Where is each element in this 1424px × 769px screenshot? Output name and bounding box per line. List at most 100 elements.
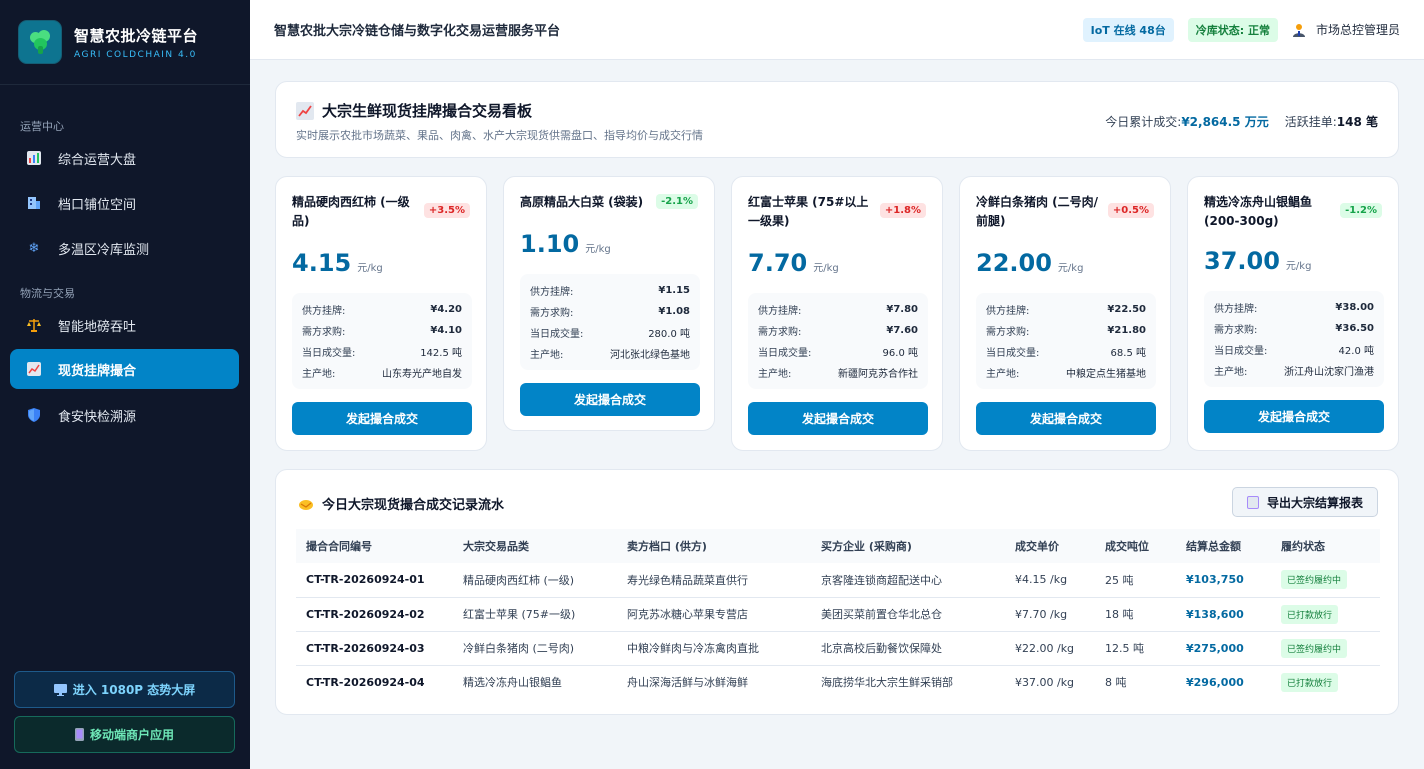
sidebar-item-dashboard[interactable]: 综合运营大盘 (10, 138, 239, 178)
initiate-matching-button[interactable]: 发起撮合成交 (1204, 400, 1384, 433)
iot-status-badge: IoT 在线 48台 (1082, 17, 1174, 42)
sidebar-item-cold-storage[interactable]: ❄ 多温区冷库监测 (10, 228, 239, 268)
category: 精选冷冻舟山银鲳鱼 (463, 676, 562, 690)
nav-section-logistics: 物流与交易 (20, 287, 75, 300)
price-change-badge: +3.5% (423, 203, 470, 218)
table-row[interactable]: CT-TR-20260924-01 精品硬肉西红柿 (一级) 寿光绿色精品蔬菜直… (296, 563, 1380, 597)
demand-value: ¥7.60 (886, 325, 918, 336)
product-card-pomfret: 精选冷冻舟山银鲳鱼 (200-300g) -1.2% 37.00 元/kg 供方挂… (1187, 176, 1399, 451)
initiate-matching-button[interactable]: 发起撮合成交 (520, 383, 700, 416)
sidebar-item-stalls[interactable]: 档口铺位空间 (10, 183, 239, 223)
unit-price: ¥4.15 /kg (1015, 573, 1068, 587)
total-amount: ¥138,600 (1186, 607, 1244, 621)
contract-id: CT-TR-20260924-01 (306, 573, 425, 587)
tonnage: 18 吨 (1105, 608, 1134, 621)
phone-icon (74, 728, 84, 741)
column-header: 买方企业 (采购商) (821, 540, 912, 553)
status-cell: 已打款放行 (1271, 597, 1380, 631)
demand-label: 需方求购: (1214, 325, 1258, 336)
origin-label: 主产地: (758, 369, 792, 380)
supply-value: ¥1.15 (658, 285, 690, 296)
sidebar-item-weighbridge[interactable]: 智能地磅吞吐 (10, 305, 239, 345)
origin-label: 主产地: (986, 369, 1020, 380)
sidebar-item-food-safety[interactable]: 食安快检溯源 (10, 395, 239, 435)
product-card-cabbage: 高原精品大白菜 (袋装) -2.1% 1.10 元/kg 供方挂牌: ¥1.15 需… (503, 176, 715, 431)
product-info: 供方挂牌: ¥4.20 需方求购: ¥4.10 当日成交量: 142.5 吨 主产地:… (292, 293, 472, 389)
supply-value: ¥22.50 (1107, 304, 1146, 315)
board-header: 大宗生鲜现货挂牌撮合交易看板 实时展示农批市场蔬菜、果品、肉禽、水产大宗现货供需… (275, 81, 1399, 158)
supply-value: ¥38.00 (1335, 302, 1374, 313)
total-amount: ¥275,000 (1186, 641, 1244, 655)
mobile-app-button[interactable]: 移动端商户应用 (14, 716, 235, 753)
volume-value: 68.5 吨 (1110, 348, 1146, 359)
demand-label: 需方求购: (986, 327, 1030, 338)
origin-value: 新疆阿克苏合作社 (838, 369, 918, 380)
table-row[interactable]: CT-TR-20260924-03 冷鲜白条猪肉 (二号肉) 中粮冷鲜肉与冷冻禽… (296, 631, 1380, 665)
broccoli-logo-icon (18, 20, 62, 64)
column-header: 大宗交易品类 (463, 540, 529, 553)
sidebar-item-label: 智能地磅吞吐 (58, 319, 137, 335)
transaction-records: 今日大宗现货撮合成交记录流水 导出大宗结算报表 撮合合同编号 大宗交易品类 卖方… (275, 469, 1399, 715)
export-label: 导出大宗结算报表 (1266, 495, 1363, 510)
price-change-badge: +1.8% (879, 203, 926, 218)
supply-label: 供方挂牌: (530, 287, 574, 298)
building-icon (26, 195, 42, 211)
snowflake-icon: ❄ (28, 240, 40, 256)
records-table: 撮合合同编号 大宗交易品类 卖方档口 (供方) 买方企业 (采购商) 成交单价 … (296, 529, 1380, 699)
table-row[interactable]: CT-TR-20260924-02 红富士苹果 (75#一级) 阿克苏冰糖心苹果… (296, 597, 1380, 631)
tonnage: 12.5 吨 (1105, 642, 1144, 655)
cold-storage-status-badge: 冷库状态: 正常 (1187, 17, 1278, 42)
product-info: 供方挂牌: ¥38.00 需方求购: ¥36.50 当日成交量: 42.0 吨 主产地… (1204, 291, 1384, 387)
volume-label: 当日成交量: (986, 348, 1040, 359)
brand-subtitle: AGRI COLDCHAIN 4.0 (74, 49, 197, 60)
status-cell: 已签约履约中 (1271, 631, 1380, 665)
product-name: 精品硬肉西红柿 (一级品) (292, 195, 410, 228)
initiate-matching-button[interactable]: 发起撮合成交 (748, 402, 928, 435)
demand-value: ¥1.08 (658, 306, 690, 317)
demand-label: 需方求购: (302, 327, 346, 338)
price-unit: 元/kg (813, 263, 839, 274)
supply-label: 供方挂牌: (302, 306, 346, 317)
product-card-apple: 红富士苹果 (75#以上一级果) +1.8% 7.70 元/kg 供方挂牌: ¥7.… (731, 176, 943, 451)
demand-label: 需方求购: (758, 327, 802, 338)
volume-label: 当日成交量: (758, 348, 812, 359)
column-header: 卖方档口 (供方) (627, 540, 707, 553)
table-header-row: 撮合合同编号 大宗交易品类 卖方档口 (供方) 买方企业 (采购商) 成交单价 … (296, 529, 1380, 563)
product-info: 供方挂牌: ¥1.15 需方求购: ¥1.08 当日成交量: 280.0 吨 主产地:… (520, 274, 700, 370)
product-price: 7.70 (748, 249, 808, 277)
product-name: 红富士苹果 (75#以上一级果) (748, 195, 869, 228)
supply-label: 供方挂牌: (1214, 304, 1258, 315)
big-screen-label: 进入 1080P 态势大屏 (72, 683, 196, 697)
brand: 智慧农批冷链平台 AGRI COLDCHAIN 4.0 (0, 0, 250, 85)
records-title: 今日大宗现货撮合成交记录流水 (322, 498, 505, 513)
buyer: 海底捞华北大宗生鲜采销部 (821, 676, 953, 690)
sidebar-item-spot-matching[interactable]: 现货挂牌撮合 (10, 349, 239, 389)
table-row[interactable]: CT-TR-20260924-04 精选冷冻舟山银鲳鱼 舟山深海活鲜与冰鲜海鲜 … (296, 665, 1380, 699)
export-report-button[interactable]: 导出大宗结算报表 (1231, 487, 1378, 517)
status-badge: 已打款放行 (1281, 672, 1339, 692)
product-price: 37.00 (1204, 247, 1280, 275)
initiate-matching-button[interactable]: 发起撮合成交 (292, 402, 472, 435)
price-unit: 元/kg (357, 263, 383, 274)
supply-label: 供方挂牌: (758, 306, 802, 317)
big-screen-button[interactable]: 进入 1080P 态势大屏 (14, 671, 235, 708)
unit-price: ¥22.00 /kg (1015, 641, 1075, 655)
price-unit: 元/kg (1285, 261, 1312, 272)
status-cell: 已打款放行 (1271, 665, 1380, 699)
contract-id: CT-TR-20260924-02 (306, 607, 425, 621)
product-name: 精选冷冻舟山银鲳鱼 (200-300g) (1204, 195, 1313, 228)
price-change-badge: -2.1% (656, 194, 698, 209)
header-title: 智慧农批大宗冷链仓储与数字化交易运营服务平台 (274, 24, 561, 39)
initiate-matching-button[interactable]: 发起撮合成交 (976, 402, 1156, 435)
report-icon (1246, 495, 1259, 509)
board-title: 大宗生鲜现货挂牌撮合交易看板 (322, 102, 533, 120)
origin-value: 河北张北绿色基地 (610, 350, 690, 361)
user-menu[interactable]: 市场总控管理员 (1292, 21, 1400, 38)
origin-value: 中粮定点生猪基地 (1066, 369, 1146, 380)
status-badge: 已签约履约中 (1281, 570, 1348, 590)
sidebar-item-label: 档口铺位空间 (58, 197, 137, 213)
supply-label: 供方挂牌: (986, 306, 1030, 317)
shield-icon (26, 407, 42, 423)
demand-label: 需方求购: (530, 308, 574, 319)
product-card-tomato: 精品硬肉西红柿 (一级品) +3.5% 4.15 元/kg 供方挂牌: ¥4.20 … (275, 176, 487, 451)
